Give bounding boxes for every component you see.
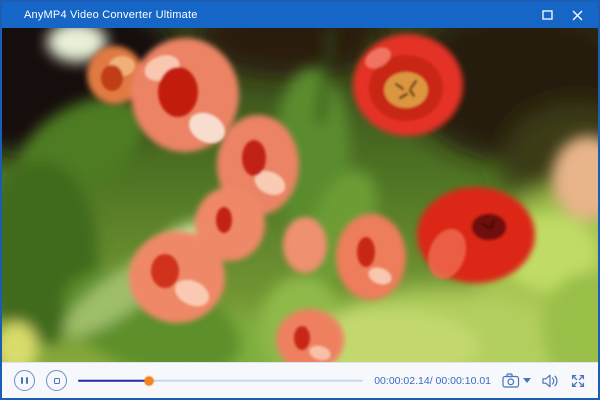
- video-frame: [2, 28, 598, 362]
- titlebar: AnyMP4 Video Converter Ultimate: [2, 2, 598, 28]
- app-window: AnyMP4 Video Converter Ultimate: [0, 0, 600, 400]
- volume-icon: [542, 374, 559, 388]
- window-title: AnyMP4 Video Converter Ultimate: [2, 9, 532, 21]
- maximize-button[interactable]: [532, 2, 562, 28]
- snapshot-button[interactable]: [502, 373, 531, 388]
- total-time: 00:00:10.01: [436, 375, 491, 387]
- playback-controls: 00:00:02.14/ 00:00:10.01: [2, 362, 598, 398]
- slider-handle[interactable]: [145, 376, 154, 385]
- current-time: 00:00:02.14: [374, 375, 429, 387]
- snapshot-camera-icon: [502, 373, 520, 388]
- fullscreen-icon: [570, 373, 586, 389]
- pause-button[interactable]: [14, 370, 35, 391]
- seek-slider[interactable]: [78, 374, 363, 388]
- close-button[interactable]: [562, 2, 592, 28]
- time-display: 00:00:02.14/ 00:00:10.01: [374, 375, 491, 387]
- snapshot-dropdown-caret[interactable]: [523, 378, 531, 383]
- stop-button[interactable]: [46, 370, 67, 391]
- close-icon: [572, 10, 583, 21]
- video-preview: [2, 28, 598, 362]
- stop-icon: [54, 378, 60, 384]
- fullscreen-button[interactable]: [570, 373, 586, 389]
- pause-icon: [21, 377, 27, 384]
- slider-fill: [78, 379, 149, 382]
- maximize-icon: [542, 10, 553, 20]
- volume-button[interactable]: [542, 374, 559, 388]
